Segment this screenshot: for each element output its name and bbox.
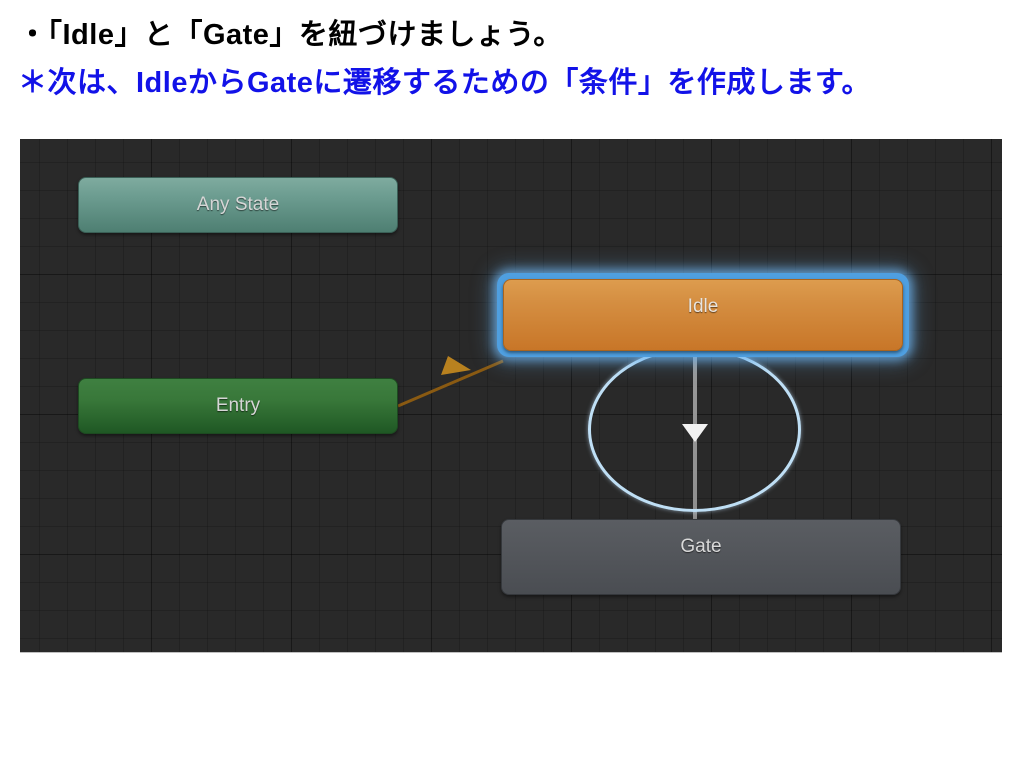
transition-entry-to-idle-arrowhead [441,356,471,375]
state-node-any-state-label: Any State [196,194,280,215]
state-node-entry[interactable]: Entry [78,378,398,434]
state-node-idle-container[interactable]: Idle [497,273,909,357]
state-node-idle-label: Idle [687,296,719,317]
state-node-gate-label: Gate [680,536,722,557]
transition-selection-ellipse [588,347,801,512]
state-node-gate[interactable]: Gate [501,519,901,595]
state-node-entry-label: Entry [215,395,261,416]
state-node-idle[interactable]: Idle [503,279,903,351]
headline-line-2: ＊次は、IdleからGateに遷移するための「条件」を作成します。 [18,67,872,99]
animator-state-machine-canvas[interactable]: Any State Entry Idle Gate [20,139,1002,652]
state-node-any-state[interactable]: Any State [78,177,398,233]
headline-line-1: ・「Idle」と「Gate」を紐づけましょう。 [18,19,563,51]
